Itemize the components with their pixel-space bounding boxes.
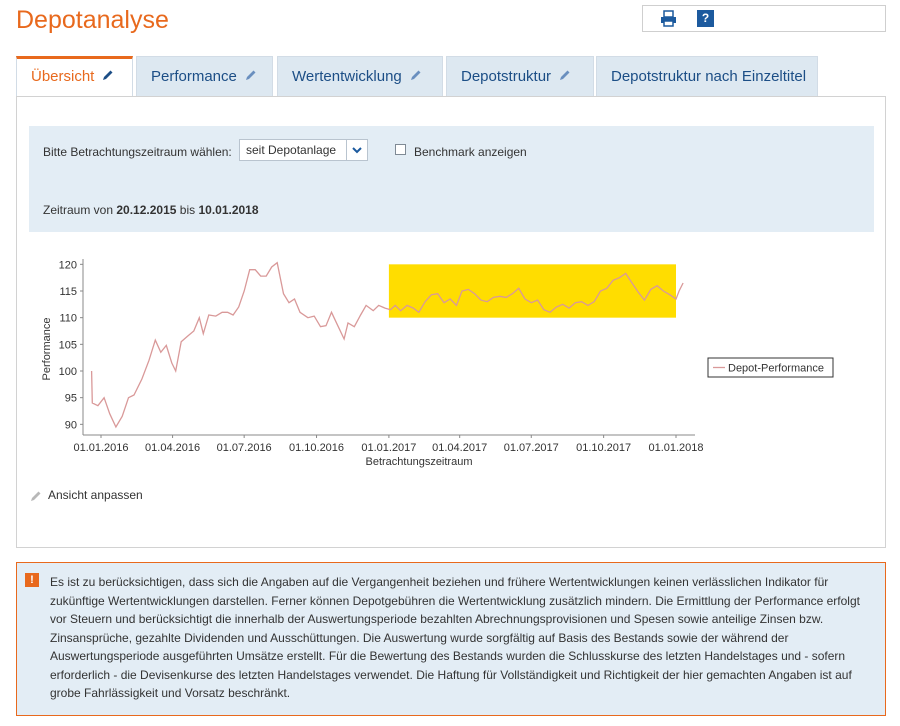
help-icon[interactable]: ? [697, 10, 714, 27]
highlight-area [388, 264, 676, 318]
tab-label: Depotstruktur [461, 68, 552, 85]
warning-icon: ! [25, 573, 39, 587]
x-tick-label: 01.04.2016 [145, 442, 200, 454]
tab-depotstruktur[interactable]: Depotstruktur [446, 56, 594, 97]
x-tick-label: 01.10.2016 [289, 442, 344, 454]
adjust-view-label: Ansicht anpassen [48, 488, 143, 502]
y-tick-label: 90 [65, 419, 77, 431]
pencil-icon [410, 57, 422, 97]
tab-depotstruktur-einzeltitel[interactable]: Depotstruktur nach Einzeltitel [596, 56, 818, 97]
tab-label: Depotstruktur nach Einzeltitel [611, 68, 807, 85]
performance-chart: 90 95 100 105 110 115 120 01.01.2016 01.04.2016 0… [41, 259, 834, 468]
pencil-icon [559, 57, 571, 97]
x-axis-label: Betrachtungszeitraum [366, 456, 473, 468]
disclaimer-box: ! Es ist zu berücksichtigen, dass sich d… [16, 562, 886, 716]
y-tick-label: 100 [59, 366, 77, 378]
tab-label: Performance [151, 68, 237, 85]
printer-icon[interactable] [660, 10, 677, 27]
tab-label: Übersicht [31, 68, 95, 85]
pencil-icon [102, 59, 114, 95]
x-tick-label: 01.07.2016 [217, 442, 272, 454]
tab-wertentwicklung[interactable]: Wertentwicklung [277, 56, 443, 97]
disclaimer-text: Es ist zu berücksichtigen, dass sich die… [50, 575, 860, 700]
x-tick-label: 01.01.2016 [73, 442, 128, 454]
y-tick-label: 105 [59, 339, 77, 351]
tab-performance[interactable]: Performance [136, 56, 273, 97]
x-tick-label: 01.01.2017 [361, 442, 416, 454]
y-axis-label: Performance [41, 318, 53, 381]
pencil-icon [31, 491, 41, 501]
x-tick-label: 01.10.2017 [576, 442, 631, 454]
adjust-view-link[interactable]: Ansicht anpassen [30, 488, 143, 502]
toolbar: ? [642, 5, 886, 32]
tab-label: Wertentwicklung [292, 68, 402, 85]
legend-label: Depot-Performance [728, 363, 824, 375]
x-tick-label: 01.04.2017 [432, 442, 487, 454]
x-tick-label: 01.07.2017 [504, 442, 559, 454]
pencil-icon [245, 57, 257, 97]
y-tick-label: 115 [59, 286, 77, 298]
x-tick-label: 01.01.2018 [648, 442, 703, 454]
tab-uebersicht[interactable]: Übersicht [16, 56, 133, 98]
y-tick-label: 110 [59, 313, 77, 325]
overview-panel: Bitte Betrachtungszeitraum wählen: seit … [16, 96, 886, 548]
y-tick-label: 95 [65, 393, 77, 405]
page-title: Depotanalyse [16, 6, 169, 34]
y-tick-label: 120 [59, 259, 77, 271]
